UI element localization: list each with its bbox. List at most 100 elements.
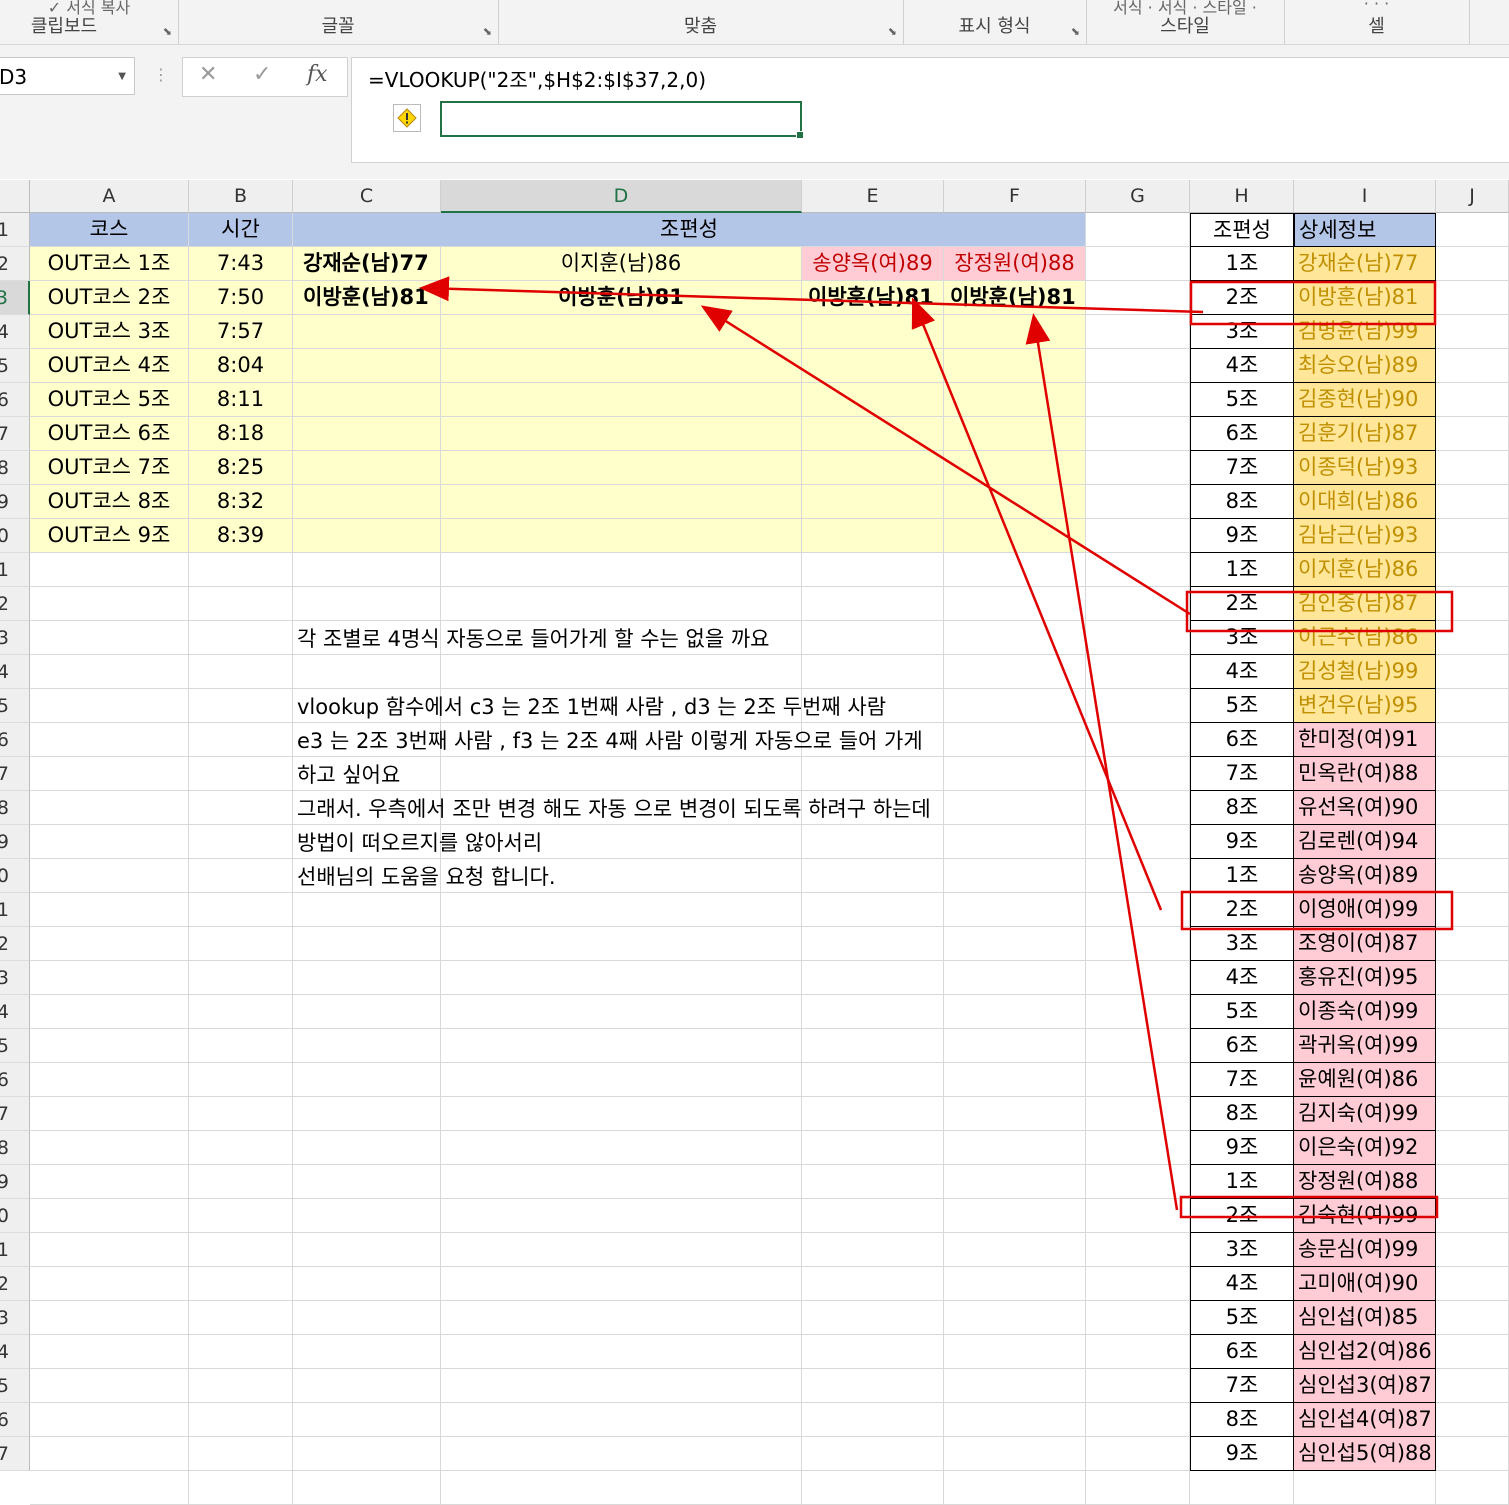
row-header-3[interactable]: 3	[0, 281, 30, 315]
lookup-info-cell[interactable]: 강재순(남)77	[1294, 247, 1436, 281]
grid-cell[interactable]	[944, 1437, 1086, 1471]
lookup-info-cell[interactable]: 최승오(남)89	[1294, 349, 1436, 383]
group-slot-cell[interactable]	[802, 383, 944, 417]
group-slot-cell[interactable]	[802, 519, 944, 553]
grid-cell[interactable]	[1086, 1131, 1190, 1165]
column-header-d[interactable]: D	[441, 180, 802, 213]
column-header-b[interactable]: B	[189, 180, 293, 213]
select-all-corner[interactable]	[0, 180, 30, 213]
grid-cell[interactable]	[1436, 451, 1509, 485]
lookup-group-cell[interactable]: 6조	[1190, 723, 1294, 757]
grid-cell[interactable]	[189, 723, 293, 757]
lookup-group-cell[interactable]: 5조	[1190, 689, 1294, 723]
grid-cell[interactable]	[944, 1029, 1086, 1063]
lookup-group-cell[interactable]: 9조	[1190, 825, 1294, 859]
row-header-1[interactable]: 1	[0, 213, 30, 247]
time-cell[interactable]: 8:25	[189, 451, 293, 485]
grid-cell[interactable]	[189, 1301, 293, 1335]
grid-cell[interactable]	[944, 791, 1086, 825]
grid-cell[interactable]	[944, 1267, 1086, 1301]
grid-cell[interactable]	[802, 825, 944, 859]
lookup-info-cell[interactable]: 장정원(여)88	[1294, 1165, 1436, 1199]
lookup-info-cell[interactable]: 심인섭5(여)88	[1294, 1437, 1436, 1471]
header-course[interactable]: 코스	[30, 213, 189, 247]
grid-cell[interactable]	[944, 961, 1086, 995]
grid-cell[interactable]	[1436, 519, 1509, 553]
lookup-group-cell[interactable]: 8조	[1190, 791, 1294, 825]
grid-cell[interactable]	[293, 995, 441, 1029]
grid-cell[interactable]	[1086, 247, 1190, 281]
row-header-8[interactable]: 8	[0, 451, 30, 485]
grid-cell[interactable]	[189, 927, 293, 961]
grid-cell[interactable]	[1436, 1301, 1509, 1335]
cell-f3[interactable]: 이방훈(남)81	[944, 281, 1086, 315]
row-header-33[interactable]: 33	[0, 1301, 30, 1335]
row-header-32[interactable]: 32	[0, 1267, 30, 1301]
lookup-group-cell[interactable]: 4조	[1190, 349, 1294, 383]
lookup-info-cell[interactable]: 이은숙(여)92	[1294, 1131, 1436, 1165]
lookup-info-cell[interactable]: 송양옥(여)89	[1294, 859, 1436, 893]
grid-cell[interactable]	[189, 1369, 293, 1403]
grid-cell[interactable]	[802, 757, 944, 791]
active-cell-selection[interactable]	[440, 101, 804, 139]
lookup-group-cell[interactable]: 7조	[1190, 451, 1294, 485]
lookup-info-cell[interactable]: 김인중(남)87	[1294, 587, 1436, 621]
grid-cell[interactable]	[1086, 1437, 1190, 1471]
grid-cell[interactable]	[1086, 349, 1190, 383]
grid-cell[interactable]	[1436, 281, 1509, 315]
grid-cell[interactable]	[1086, 927, 1190, 961]
grid-cell[interactable]	[1086, 1301, 1190, 1335]
grid-cell[interactable]	[441, 1335, 802, 1369]
grid-cell[interactable]	[944, 927, 1086, 961]
column-header-a[interactable]: A	[30, 180, 189, 213]
dialog-launcher-icon[interactable]: ⬊	[1071, 25, 1080, 38]
group-slot-cell[interactable]	[293, 383, 441, 417]
grid-cell[interactable]	[944, 1335, 1086, 1369]
grid-cell[interactable]	[944, 995, 1086, 1029]
grid-cell[interactable]	[30, 689, 189, 723]
grid-cell[interactable]	[944, 723, 1086, 757]
grid-cell[interactable]	[1436, 553, 1509, 587]
grid-cell[interactable]	[944, 1369, 1086, 1403]
grid-cell[interactable]	[1436, 791, 1509, 825]
row-header-24[interactable]: 24	[0, 995, 30, 1029]
group-slot-cell[interactable]	[802, 417, 944, 451]
row-header-19[interactable]: 19	[0, 825, 30, 859]
lookup-info-cell[interactable]: 홍유진(여)95	[1294, 961, 1436, 995]
group-slot-cell[interactable]	[441, 485, 802, 519]
fill-handle[interactable]	[796, 131, 804, 139]
lookup-info-cell[interactable]: 유선옥(여)90	[1294, 791, 1436, 825]
lookup-info-cell[interactable]: 김남근(남)93	[1294, 519, 1436, 553]
lookup-group-cell[interactable]: 7조	[1190, 1369, 1294, 1403]
grid-cell[interactable]	[30, 995, 189, 1029]
group-slot-cell[interactable]	[944, 451, 1086, 485]
lookup-group-cell[interactable]: 7조	[1190, 1063, 1294, 1097]
header-lookup-group[interactable]: 조편성	[1190, 213, 1294, 247]
group-slot-cell[interactable]	[802, 349, 944, 383]
grid-cell[interactable]	[441, 995, 802, 1029]
grid-cell[interactable]	[1294, 1471, 1436, 1505]
grid-cell[interactable]	[189, 995, 293, 1029]
grid-cell[interactable]	[441, 961, 802, 995]
row-header-35[interactable]: 35	[0, 1369, 30, 1403]
grid-cell[interactable]	[1086, 1471, 1190, 1505]
grid-cell[interactable]	[802, 1403, 944, 1437]
grid-cell[interactable]	[802, 927, 944, 961]
grid-cell[interactable]	[1086, 383, 1190, 417]
lookup-info-cell[interactable]: 김지숙(여)99	[1294, 1097, 1436, 1131]
grid-cell[interactable]	[30, 825, 189, 859]
grid-cell[interactable]	[189, 1335, 293, 1369]
grid-cell[interactable]	[1436, 1199, 1509, 1233]
grid-cell[interactable]	[293, 1063, 441, 1097]
group-slot-cell[interactable]	[293, 349, 441, 383]
group-slot-cell[interactable]	[293, 315, 441, 349]
grid-cell[interactable]	[944, 587, 1086, 621]
row-header-4[interactable]: 4	[0, 315, 30, 349]
grid-cell[interactable]	[30, 791, 189, 825]
grid-cell[interactable]	[441, 1063, 802, 1097]
lookup-info-cell[interactable]: 조영이(여)87	[1294, 927, 1436, 961]
grid-cell[interactable]	[441, 1471, 802, 1505]
grid-cell[interactable]	[1436, 315, 1509, 349]
grid-cell[interactable]	[441, 1403, 802, 1437]
grid-cell[interactable]	[30, 1403, 189, 1437]
